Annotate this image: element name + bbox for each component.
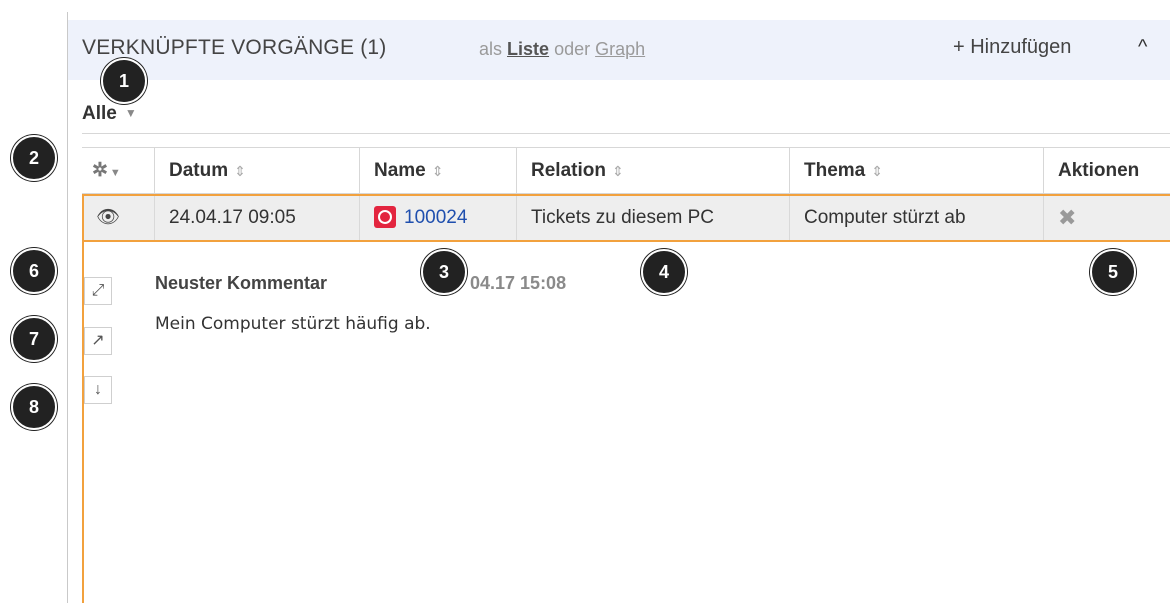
column-settings-button[interactable]: ✲ ▼ <box>82 148 154 193</box>
remove-icon[interactable]: ✖ <box>1058 205 1076 230</box>
chevron-down-icon: ▼ <box>109 167 121 179</box>
sort-icon: ⇕ <box>611 163 624 179</box>
column-header-aktionen: Aktionen <box>1043 148 1170 193</box>
eye-icon[interactable]: 👁 <box>84 196 154 240</box>
gear-icon: ✲ <box>92 160 108 181</box>
column-label: Name <box>374 160 426 181</box>
cell-thema: Computer stürzt ab <box>789 196 1043 240</box>
divider <box>82 133 1170 134</box>
column-header-datum[interactable]: Datum ⇕ <box>154 148 359 193</box>
column-label: Thema <box>804 160 866 181</box>
left-border <box>67 12 68 603</box>
column-label: Datum <box>169 160 229 181</box>
filter-dropdown[interactable]: Alle ▼ <box>82 103 137 125</box>
view-graph-link[interactable]: Graph <box>595 39 645 59</box>
cell-relation: Tickets zu diesem PC <box>516 196 789 240</box>
column-header-relation[interactable]: Relation ⇕ <box>516 148 789 193</box>
column-header-name[interactable]: Name ⇕ <box>359 148 516 193</box>
arrow-down-icon[interactable]: ↓ <box>84 376 112 404</box>
cell-name: 100024 <box>359 196 516 240</box>
callout-8: 8 <box>11 384 57 430</box>
collapse-icon[interactable]: ^ <box>1138 36 1147 59</box>
column-label: Aktionen <box>1058 160 1140 181</box>
column-header-thema[interactable]: Thema ⇕ <box>789 148 1043 193</box>
comment-title: Neuster Kommentar <box>155 273 328 293</box>
section-title: VERKNÜPFTE VORGÄNGE (1) <box>82 36 387 59</box>
open-external-icon[interactable]: ↗ <box>84 327 112 355</box>
add-button[interactable]: + Hinzufügen <box>953 36 1071 59</box>
sort-icon: ⇕ <box>871 163 883 179</box>
sort-icon: ⇕ <box>234 163 246 179</box>
callout-5: 5 <box>1090 249 1136 295</box>
cell-datum: 24.04.17 09:05 <box>154 196 359 240</box>
callout-4: 4 <box>641 249 687 295</box>
view-or: oder <box>554 39 591 59</box>
callout-7: 7 <box>11 316 57 362</box>
view-prefix: als <box>479 39 503 59</box>
filter-label: Alle <box>82 103 117 124</box>
callout-3: 3 <box>421 249 467 295</box>
chevron-down-icon: ▼ <box>124 106 137 120</box>
comment-date: 04.17 15:08 <box>470 273 567 293</box>
callout-2: 2 <box>11 135 57 181</box>
detail-panel <box>82 242 1170 603</box>
view-switcher: als Liste oder Graph <box>479 39 645 60</box>
callout-6: 6 <box>11 248 57 294</box>
table-row[interactable]: 👁 24.04.17 09:05 100024 Tickets zu diese… <box>82 194 1170 242</box>
priority-icon <box>374 206 396 228</box>
callout-1: 1 <box>101 58 147 104</box>
column-label: Relation <box>531 160 606 181</box>
expand-icon[interactable]: ⤢ <box>84 277 112 305</box>
cell-actions: ✖ <box>1043 196 1170 240</box>
comment-text: Mein Computer stürzt häufig ab. <box>155 314 431 334</box>
table-header: ✲ ▼ Datum ⇕ Name ⇕ Relation ⇕ Thema ⇕ Aktione… <box>82 147 1170 194</box>
view-list-link[interactable]: Liste <box>507 39 549 59</box>
ticket-link[interactable]: 100024 <box>404 207 467 228</box>
sort-icon: ⇕ <box>431 163 444 179</box>
